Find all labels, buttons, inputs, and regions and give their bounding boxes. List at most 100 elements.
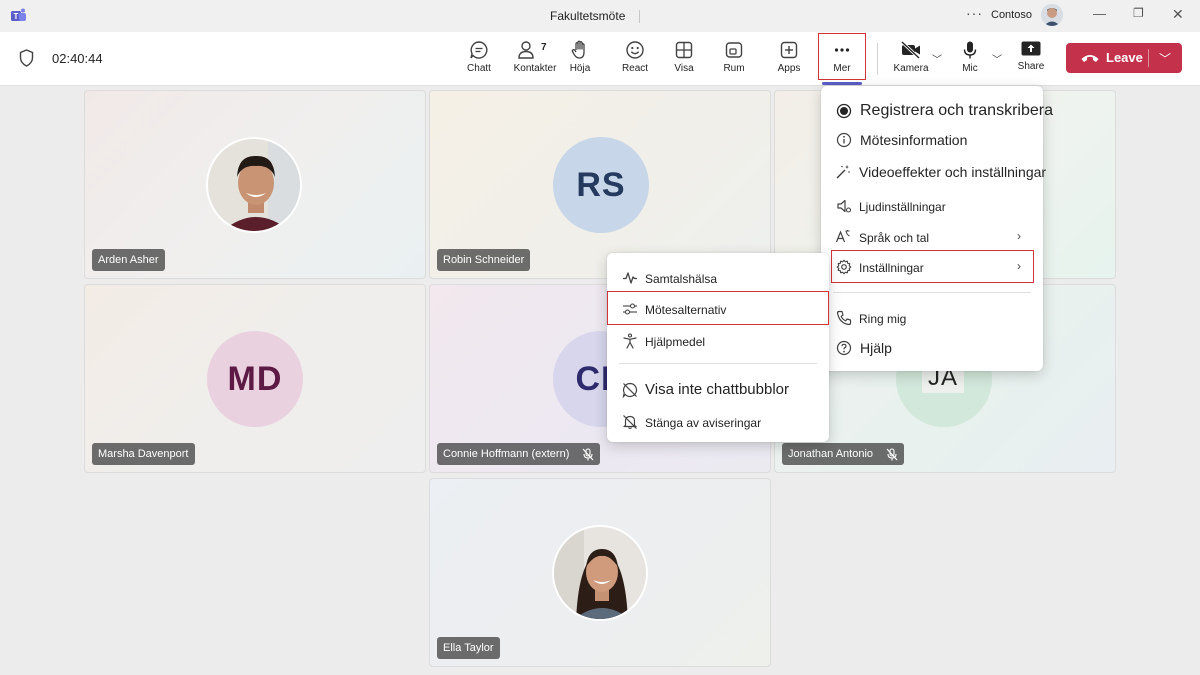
more-label: Mer (833, 63, 851, 74)
mic-options-chevron-icon[interactable]: ﹀ (992, 51, 1002, 66)
participant-photo (552, 525, 648, 621)
help-icon (836, 340, 852, 356)
leave-options-chevron-icon[interactable]: ﹀ (1159, 50, 1171, 67)
menu-item-language[interactable]: Språk och tal › (821, 223, 1043, 251)
menu-item-label: Registrera och transkribera (860, 102, 1053, 119)
apps-label: Apps (777, 63, 801, 74)
menu-item-label: Ljudinställningar (859, 200, 946, 214)
chat-button[interactable]: Chatt (451, 38, 507, 82)
participant-name: Robin Schneider (437, 249, 531, 271)
sliders-icon (623, 303, 637, 315)
share-screen-icon (1021, 41, 1041, 56)
menu-divider (619, 363, 817, 364)
pulse-icon (623, 272, 637, 284)
org-name[interactable]: Contoso (991, 9, 1032, 21)
bell-off-icon (623, 415, 637, 430)
menu-item-label: Mötesinformation (860, 132, 968, 148)
menu-item-label: Ring mig (859, 312, 907, 326)
more-button[interactable]: Mer (814, 38, 870, 82)
microphone-icon (963, 41, 977, 59)
restore-icon[interactable]: ❐ (1133, 6, 1144, 20)
participant-tile[interactable]: RS Robin Schneider (429, 90, 771, 279)
add-apps-icon (780, 41, 798, 59)
menu-item-label: Samtalshälsa (645, 272, 718, 286)
info-icon (836, 132, 852, 148)
minimize-icon[interactable]: — (1093, 6, 1106, 21)
mic-muted-icon (582, 448, 594, 461)
participant-tile[interactable]: MD Marsha Davenport (84, 284, 426, 473)
menu-item-record[interactable]: Registrera och transkribera (821, 97, 1053, 125)
participant-name: Marsha Davenport (92, 443, 195, 465)
menu-item-meeting-options[interactable]: Mötesalternativ (607, 295, 829, 323)
rooms-button[interactable]: Rum (706, 38, 762, 82)
menu-item-call-me[interactable]: Ring mig (821, 304, 1043, 332)
speaker-settings-icon (837, 199, 852, 213)
react-button[interactable]: React (607, 38, 663, 82)
teams-logo-icon: T (11, 8, 26, 21)
leave-divider (1148, 49, 1149, 67)
participant-avatar: MD (207, 331, 303, 427)
camera-label: Kamera (893, 63, 929, 74)
participant-name-tag: Jonathan Antonio (782, 443, 905, 465)
menu-item-accessibility[interactable]: Hjälpmedel (607, 327, 829, 355)
phone-icon (836, 310, 852, 326)
meeting-controls-bar: 02:40:44 Chatt 7 Kontakter Höja React Vi… (0, 32, 1200, 86)
meeting-timer: 02:40:44 (52, 51, 103, 66)
ellipsis-icon[interactable]: ··· (966, 5, 983, 21)
menu-item-label: Videoeffekter och inställningar (859, 164, 1047, 180)
mic-button[interactable]: Mic (942, 38, 998, 82)
chevron-right-icon: › (1017, 259, 1021, 273)
breakout-rooms-icon (725, 42, 743, 58)
share-button[interactable]: Share (1003, 38, 1059, 82)
menu-item-meeting-info[interactable]: Mötesinformation (821, 126, 1043, 154)
close-icon[interactable]: ✕ (1172, 6, 1184, 23)
menu-item-hide-chat-bubbles[interactable]: Visa inte chattbubblor (607, 376, 829, 404)
chevron-right-icon: › (1017, 229, 1021, 243)
participant-avatar: RS (553, 137, 649, 233)
menu-item-call-health[interactable]: Samtalshälsa (607, 264, 829, 292)
participant-tile[interactable]: Ella Taylor (429, 478, 771, 667)
accessibility-icon (623, 333, 637, 349)
participant-name-tag: Connie Hoffmann (extern) (437, 443, 601, 465)
menu-item-label: Hjälp (860, 340, 892, 356)
rooms-label: Rum (723, 63, 745, 74)
menu-item-settings[interactable]: Inställningar › (821, 253, 1043, 281)
more-options-icon (834, 48, 850, 52)
participant-name: Arden Asher (92, 249, 165, 271)
menu-item-label: Hjälpmedel (645, 335, 706, 349)
title-bar: T Fakultetsmöte ··· Contoso — ❐ ✕ (0, 0, 1200, 32)
user-avatar[interactable] (1041, 4, 1063, 26)
gear-icon (836, 259, 852, 275)
people-icon (518, 41, 534, 59)
record-icon (836, 103, 852, 119)
hang-up-icon (1081, 55, 1099, 62)
view-button[interactable]: Visa (656, 38, 712, 82)
menu-item-help[interactable]: Hjälp (821, 334, 1043, 362)
more-options-menu: Registrera och transkribera Mötesinforma… (821, 86, 1053, 371)
raise-hand-button[interactable]: Höja (552, 38, 608, 82)
menu-item-video-effects[interactable]: Videoeffekter och inställningar (821, 158, 1047, 186)
grid-view-icon (675, 41, 693, 59)
mic-label: Mic (962, 63, 978, 74)
menu-item-label: Språk och tal (859, 231, 930, 245)
menu-item-label: Mötesalternativ (645, 303, 727, 317)
hand-icon (571, 40, 585, 59)
participant-photo (206, 137, 302, 233)
menu-item-audio-settings[interactable]: Ljudinställningar (821, 192, 1043, 220)
apps-button[interactable]: Apps (761, 38, 817, 82)
settings-submenu: Samtalshälsa Mötesalternativ Hjälpmedel … (607, 253, 829, 442)
menu-item-label: Inställningar (859, 261, 924, 275)
raise-hand-label: Höja (569, 63, 591, 74)
window-title: Fakultetsmöte (550, 9, 626, 23)
participant-tile[interactable]: Arden Asher (84, 90, 426, 279)
menu-item-mute-notifications[interactable]: Stänga av aviseringar (607, 408, 829, 436)
menu-item-label: Visa inte chattbubblor (645, 381, 789, 398)
leave-label: Leave (1106, 50, 1143, 65)
chat-off-icon (622, 382, 638, 398)
more-active-indicator (822, 82, 862, 85)
view-label: Visa (674, 63, 694, 74)
camera-button[interactable]: Kamera (883, 38, 939, 82)
camera-options-chevron-icon[interactable]: ﹀ (932, 51, 942, 66)
shield-icon[interactable] (19, 49, 34, 67)
leave-button[interactable]: Leave ﹀ (1066, 43, 1182, 73)
